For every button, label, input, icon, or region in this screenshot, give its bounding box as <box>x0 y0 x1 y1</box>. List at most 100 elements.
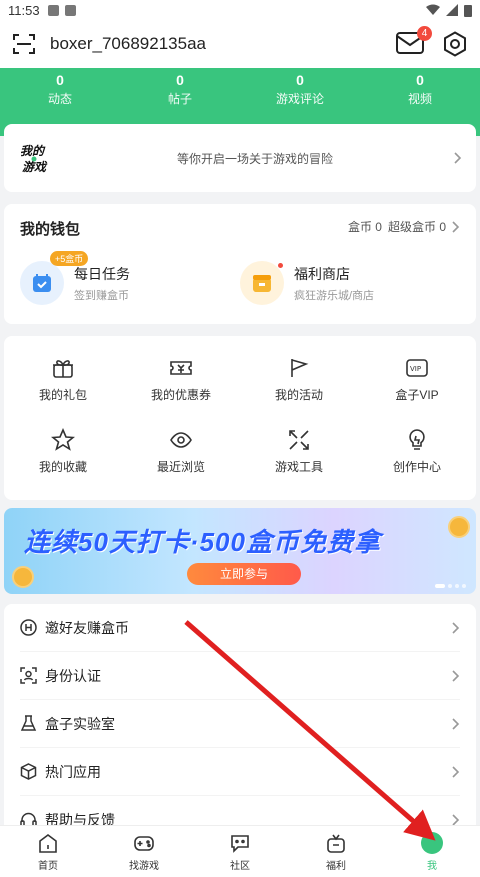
gift-box-icon <box>327 834 345 853</box>
grid-recent-views[interactable]: 最近浏览 <box>122 428 240 500</box>
stat-dynamics[interactable]: 0 动态 <box>0 72 120 109</box>
chevron-right-icon <box>454 152 462 164</box>
eye-icon <box>170 432 192 448</box>
feature-grid: 我的礼包 我的优惠券 我的活动 VIP 盒子VIP 我的收藏 最近浏览 游戏工具… <box>4 336 476 500</box>
welfare-shop-title: 福利商店 <box>294 265 350 282</box>
my-games-tagline: 等你开启一场关于游戏的冒险 <box>176 151 333 166</box>
chat-icon <box>231 835 249 853</box>
grid-label: 我的优惠券 <box>150 388 211 402</box>
coin-balance: 盒币 0 <box>347 220 382 234</box>
flask-icon <box>20 715 37 731</box>
stat-videos[interactable]: 0 视频 <box>360 72 480 109</box>
gift-icon <box>53 360 73 378</box>
join-now-button[interactable]: 立即参与 <box>187 563 301 585</box>
signal-icon <box>446 4 458 16</box>
stats-bar: 0 动态 0 帖子 0 游戏评论 0 视频 <box>0 68 480 114</box>
welfare-shop-subtitle: 疯狂游乐城/商店 <box>294 289 375 302</box>
my-games-card[interactable]: 我的 游戏 等你开启一场关于游戏的冒险 <box>4 124 476 192</box>
chevron-right-icon <box>452 669 460 682</box>
grid-creator-center[interactable]: 创作中心 <box>358 428 476 500</box>
stat-value: 0 <box>176 72 184 88</box>
status-time: 11:53 <box>8 2 40 18</box>
tab-label: 我 <box>427 861 437 872</box>
coupon-icon <box>170 361 192 375</box>
stat-posts[interactable]: 0 帖子 <box>120 72 240 109</box>
chevron-right-icon <box>452 621 460 634</box>
tab-find-games[interactable]: 找游戏 <box>96 826 192 877</box>
logo-text-bottom: 游戏 <box>22 160 48 174</box>
home-icon <box>39 834 57 853</box>
stat-reviews[interactable]: 0 游戏评论 <box>240 72 360 109</box>
chevron-right-icon <box>452 220 460 233</box>
me-icon <box>421 832 443 854</box>
h-coin-icon <box>20 619 37 636</box>
carousel-dots <box>435 584 466 588</box>
welfare-shop[interactable]: 福利商店 疯狂游乐城/商店 <box>240 261 460 305</box>
username[interactable]: boxer_706892135aa <box>50 34 206 54</box>
grid-label: 游戏工具 <box>274 460 323 474</box>
tab-welfare[interactable]: 福利 <box>288 826 384 877</box>
my-games-logo: 我的 游戏 <box>18 139 56 177</box>
grid-label: 创作中心 <box>392 460 441 474</box>
list-label: 热门应用 <box>45 763 101 780</box>
id-icon <box>20 667 37 684</box>
coin-icon <box>448 516 470 538</box>
chevron-right-icon <box>452 765 460 778</box>
cube-icon <box>20 763 37 780</box>
stat-value: 0 <box>416 72 424 88</box>
settings-icon[interactable] <box>442 31 468 57</box>
battery-icon <box>464 4 472 17</box>
grid-game-tools[interactable]: 游戏工具 <box>240 428 358 500</box>
wallet-card: 我的钱包 盒币 0 超级盒币 0 +5盒币 每日任务 签到赚盒币 福利商店 疯狂… <box>4 204 476 324</box>
gamepad-icon <box>134 836 154 851</box>
grid-my-activities[interactable]: 我的活动 <box>240 356 358 428</box>
grid-label: 我的礼包 <box>38 388 87 402</box>
grid-my-favorites[interactable]: 我的收藏 <box>4 428 122 500</box>
message-button[interactable]: 4 <box>396 26 432 56</box>
chevron-right-icon <box>452 717 460 730</box>
coin-icon <box>12 566 34 588</box>
stat-label: 视频 <box>407 92 432 106</box>
vip-icon: VIP <box>406 359 428 377</box>
bottom-tab-bar: 首页 找游戏 社区 福利 我 <box>0 825 480 877</box>
banner-title: 连续50天打卡·500盒币免费拿 <box>24 527 381 557</box>
grid-my-coupons[interactable]: 我的优惠券 <box>122 356 240 428</box>
tab-label: 首页 <box>38 861 58 872</box>
tab-label: 找游戏 <box>129 861 159 872</box>
list-label: 身份认证 <box>45 667 101 684</box>
settings-list: 邀好友赚盒币 身份认证 盒子实验室 热门应用 帮助与反馈 <box>4 604 476 844</box>
wallet-items: +5盒币 每日任务 签到赚盒币 福利商店 疯狂游乐城/商店 <box>20 251 460 305</box>
new-dot <box>278 263 283 268</box>
checkin-banner[interactable]: 连续50天打卡·500盒币免费拿 立即参与 <box>4 508 476 594</box>
tab-community[interactable]: 社区 <box>192 826 288 877</box>
tab-label: 福利 <box>326 861 346 872</box>
daily-tasks[interactable]: +5盒币 每日任务 签到赚盒币 <box>20 251 240 305</box>
grid-label: 我的活动 <box>274 388 323 402</box>
mail-badge: 4 <box>417 26 432 41</box>
stat-value: 0 <box>296 72 304 88</box>
flag-icon <box>291 359 309 377</box>
star-icon <box>51 428 75 451</box>
grid-label: 我的收藏 <box>38 460 87 474</box>
list-invite-friends[interactable]: 邀好友赚盒币 <box>20 604 460 652</box>
wifi-icon <box>426 4 440 15</box>
wallet-coins[interactable]: 盒币 0 超级盒币 0 <box>348 218 460 235</box>
reward-pill: +5盒币 <box>50 251 89 266</box>
list-label: 盒子实验室 <box>45 715 115 732</box>
bulb-icon <box>409 429 425 450</box>
grid-label: 盒子VIP <box>395 388 439 402</box>
notification-icon <box>47 4 59 16</box>
grid-my-gifts[interactable]: 我的礼包 <box>4 356 122 428</box>
super-coin-balance: 超级盒币 0 <box>387 220 446 234</box>
list-box-lab[interactable]: 盒子实验室 <box>20 700 460 748</box>
tab-home[interactable]: 首页 <box>0 826 96 877</box>
list-label: 邀好友赚盒币 <box>45 619 129 636</box>
stat-label: 动态 <box>47 92 72 106</box>
svg-text:VIP: VIP <box>410 365 421 373</box>
list-identity-verification[interactable]: 身份认证 <box>20 652 460 700</box>
scan-icon[interactable] <box>12 32 36 56</box>
profile-header: boxer_706892135aa 4 <box>0 20 480 68</box>
grid-box-vip[interactable]: VIP 盒子VIP <box>358 356 476 428</box>
list-popular-apps[interactable]: 热门应用 <box>20 748 460 796</box>
tab-me[interactable]: 我 <box>384 826 480 877</box>
